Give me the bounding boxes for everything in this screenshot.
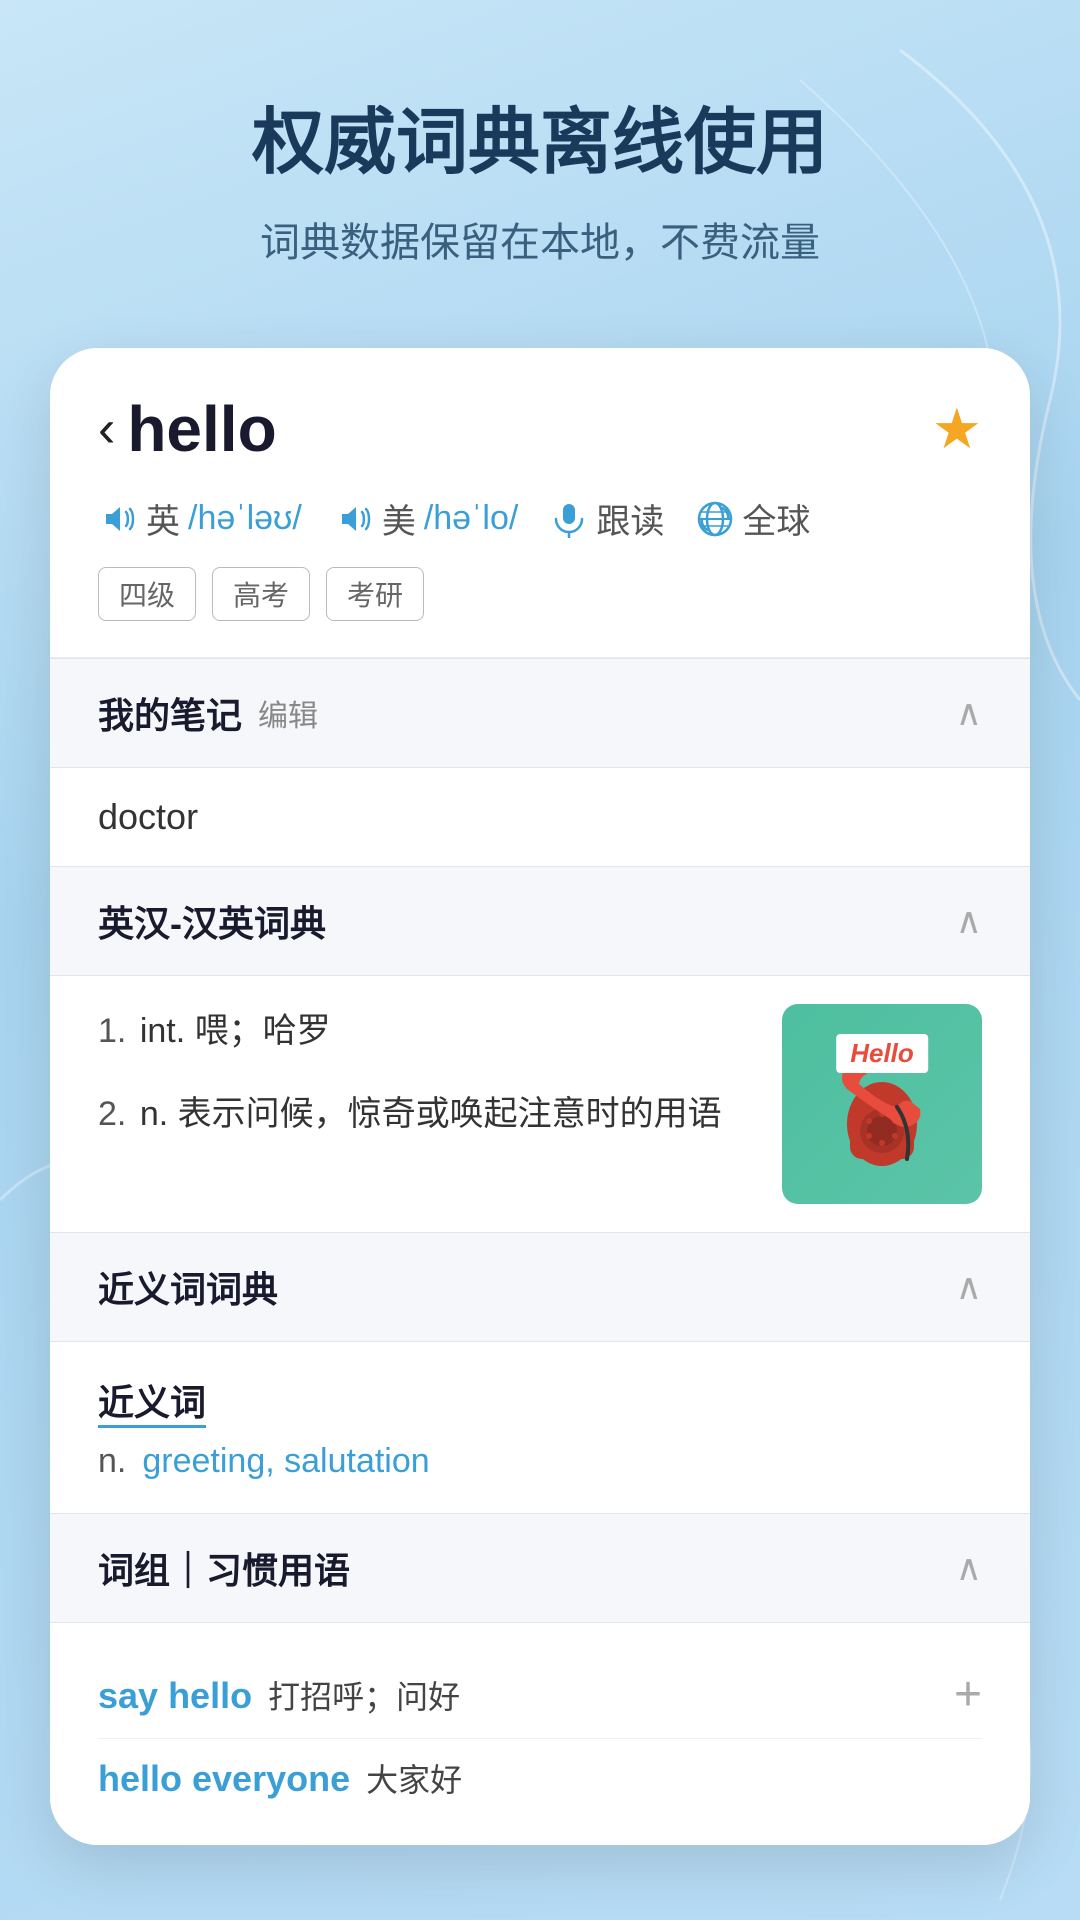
word-header: ‹ hello ★ 英 /həˈləʊ/ <box>50 348 1030 658</box>
phrase-item-2: hello everyone 大家好 <box>98 1739 982 1817</box>
globe-icon <box>696 500 734 538</box>
entry-pos-2: n. <box>140 1095 178 1133</box>
dictionary-content: 1. int. 喂；哈罗 2. n. 表示问候，惊奇或唤起注意时的用语 Hell… <box>50 975 1030 1232</box>
notes-text: doctor <box>98 796 198 837</box>
dict-entry-1: 1. int. 喂；哈罗 <box>98 1004 758 1058</box>
word-title-row: ‹ hello ★ <box>98 392 982 466</box>
follow-read-label: 跟读 <box>596 494 664 543</box>
header-subtitle: 词典数据保留在本地，不费流量 <box>60 210 1020 268</box>
phrases-chevron-icon: ∧ <box>956 1547 982 1589</box>
notes-section-title: 我的笔记 <box>98 687 242 739</box>
phrase-item-1: say hello 打招呼；问好 + <box>98 1651 982 1739</box>
synonyms-chevron-icon: ∧ <box>956 1266 982 1308</box>
entry-def-1: 喂；哈罗 <box>195 1012 331 1050</box>
entry-num-1: 1. <box>98 1012 126 1050</box>
dict-section-title: 英汉-汉英词典 <box>98 895 326 947</box>
main-card: ‹ hello ★ 英 /həˈləʊ/ <box>50 348 1030 1845</box>
phrase-left-2: hello everyone 大家好 <box>98 1755 462 1801</box>
dict-text-column: 1. int. 喂；哈罗 2. n. 表示问候，惊奇或唤起注意时的用语 <box>98 1004 758 1204</box>
dict-entry-2: 2. n. 表示问候，惊奇或唤起注意时的用语 <box>98 1087 758 1141</box>
word-display: hello <box>127 392 276 466</box>
uk-speaker-icon <box>98 499 138 539</box>
hello-image-label: Hello <box>836 1034 928 1073</box>
back-button[interactable]: ‹ <box>98 403 115 455</box>
phrases-section-left: 词组｜习惯用语 <box>98 1542 350 1594</box>
synonym-row: n. greeting, salutation <box>98 1442 982 1481</box>
us-ipa: /həˈlo/ <box>424 499 519 538</box>
entry-num-2: 2. <box>98 1095 126 1133</box>
us-label: 美 <box>382 494 416 543</box>
synonyms-section-header[interactable]: 近义词词典 ∧ <box>50 1232 1030 1341</box>
dict-chevron-icon: ∧ <box>956 900 982 942</box>
header-section: 权威词典离线使用 词典数据保留在本地，不费流量 <box>0 0 1080 328</box>
phrases-content: say hello 打招呼；问好 + hello everyone 大家好 <box>50 1622 1030 1845</box>
synonym-title-row: 近义词 <box>98 1374 982 1426</box>
tag-gaokao: 高考 <box>212 567 310 621</box>
phrases-section-header[interactable]: 词组｜习惯用语 ∧ <box>50 1513 1030 1622</box>
header-title: 权威词典离线使用 <box>60 100 1020 186</box>
notes-section-left: 我的笔记 编辑 <box>98 687 318 739</box>
dictionary-image: Hello <box>782 1004 982 1204</box>
synonym-words: greeting, salutation <box>142 1442 429 1481</box>
us-phonetic-button[interactable]: 美 /həˈlo/ <box>334 494 519 543</box>
entry-def-2: 表示问候，惊奇或唤起注意时的用语 <box>178 1095 722 1133</box>
synonym-title: 近义词 <box>98 1382 206 1428</box>
entry-pos-1: int. <box>140 1012 195 1050</box>
phrase-meaning-2: 大家好 <box>366 1755 462 1801</box>
word-title-left: ‹ hello <box>98 392 277 466</box>
phrase-word-2: hello everyone <box>98 1758 350 1800</box>
phrase-left-1: say hello 打招呼；问好 <box>98 1672 460 1718</box>
global-label: 全球 <box>742 494 810 543</box>
notes-chevron-icon: ∧ <box>956 692 982 734</box>
uk-phonetic-button[interactable]: 英 /həˈləʊ/ <box>98 494 302 543</box>
global-button[interactable]: 全球 <box>696 494 810 543</box>
synonyms-content: 近义词 n. greeting, salutation <box>50 1341 1030 1513</box>
dict-section-left: 英汉-汉英词典 <box>98 895 326 947</box>
uk-label: 英 <box>146 494 180 543</box>
notes-section-header[interactable]: 我的笔记 编辑 ∧ <box>50 658 1030 767</box>
us-speaker-icon <box>334 499 374 539</box>
synonym-pos: n. <box>98 1442 126 1481</box>
phrase-add-button-1[interactable]: + <box>954 1667 982 1722</box>
tag-cet4: 四级 <box>98 567 196 621</box>
notes-edit-button[interactable]: 编辑 <box>258 691 318 735</box>
notes-content: doctor <box>50 767 1030 866</box>
favorite-star-icon[interactable]: ★ <box>932 396 982 462</box>
synonyms-section-left: 近义词词典 <box>98 1261 278 1313</box>
tags-row: 四级 高考 考研 <box>98 567 982 621</box>
phrase-meaning-1: 打招呼；问好 <box>268 1672 460 1718</box>
dictionary-section-header[interactable]: 英汉-汉英词典 ∧ <box>50 866 1030 975</box>
mic-icon <box>550 500 588 538</box>
phonetics-row: 英 /həˈləʊ/ 美 /həˈlo/ 跟读 <box>98 494 982 543</box>
follow-read-button[interactable]: 跟读 <box>550 494 664 543</box>
synonyms-section-title: 近义词词典 <box>98 1261 278 1313</box>
tag-kaoyan: 考研 <box>326 567 424 621</box>
uk-ipa: /həˈləʊ/ <box>188 499 302 538</box>
phrases-section-title: 词组｜习惯用语 <box>98 1542 350 1594</box>
phrase-word-1: say hello <box>98 1675 252 1717</box>
